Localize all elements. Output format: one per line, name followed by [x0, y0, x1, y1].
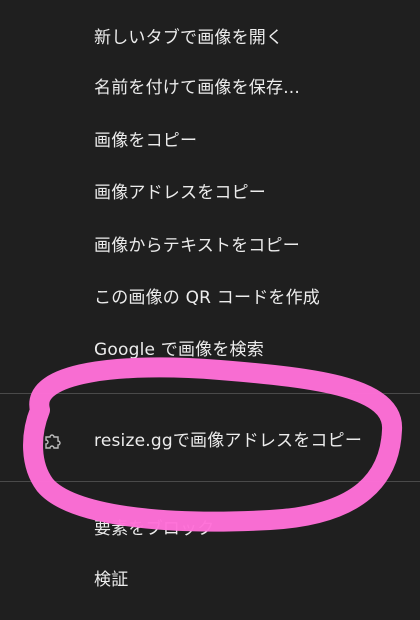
context-menu: 新しいタブで画像を開く 名前を付けて画像を保存... 画像をコピー 画像アドレス… — [0, 0, 420, 620]
menu-item-create-qr-code[interactable]: この画像の QR コードを作成 — [0, 273, 420, 323]
menu-item-extension-copy-image-address[interactable]: resize.ggで画像アドレスをコピー — [0, 416, 420, 466]
menu-item-block-element[interactable]: 要素をブロック — [0, 504, 420, 554]
menu-item-label: resize.ggで画像アドレスをコピー — [94, 431, 363, 451]
menu-item-copy-text-from-image[interactable]: 画像からテキストをコピー — [0, 221, 420, 271]
menu-separator — [0, 481, 420, 482]
menu-item-copy-image[interactable]: 画像をコピー — [0, 116, 420, 166]
menu-item-label: この画像の QR コードを作成 — [94, 288, 320, 308]
menu-item-label: 画像をコピー — [94, 131, 198, 151]
menu-separator — [0, 393, 420, 394]
menu-item-label: Google で画像を検索 — [94, 340, 264, 360]
menu-item-label: 名前を付けて画像を保存... — [94, 78, 301, 98]
puzzle-icon — [38, 431, 68, 451]
menu-item-save-image-as[interactable]: 名前を付けて画像を保存... — [0, 63, 420, 113]
menu-item-label: 要素をブロック — [94, 519, 215, 539]
menu-item-search-image-google[interactable]: Google で画像を検索 — [0, 325, 420, 375]
menu-item-label: 新しいタブで画像を開く — [94, 28, 284, 48]
menu-item-copy-image-address[interactable]: 画像アドレスをコピー — [0, 168, 420, 218]
menu-item-open-image-new-tab[interactable]: 新しいタブで画像を開く — [0, 13, 420, 63]
menu-item-label: 画像アドレスをコピー — [94, 183, 266, 203]
menu-item-label: 画像からテキストをコピー — [94, 236, 300, 256]
menu-item-label: 検証 — [94, 570, 129, 590]
menu-item-inspect[interactable]: 検証 — [0, 555, 420, 605]
